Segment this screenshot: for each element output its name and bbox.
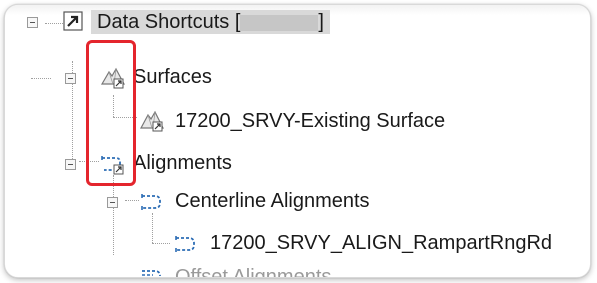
shortcut-arrow-icon — [63, 11, 83, 31]
redacted-project-name — [240, 14, 319, 31]
tree-node-offset-alignments[interactable]: Offset Alignments — [5, 263, 590, 278]
rampart-alignment-label: 17200_SRVY_ALIGN_RampartRngRd — [210, 232, 553, 254]
surface-icon — [139, 109, 165, 132]
tree-node-centerline-alignments[interactable]: Centerline Alignments — [5, 185, 590, 219]
centerline-alignment-icon — [139, 190, 165, 212]
offset-alignments-label: Offset Alignments — [175, 266, 332, 278]
alignment-icon — [173, 232, 199, 254]
existing-surface-label: 17200_SRVY-Existing Surface — [175, 110, 446, 132]
alignments-label: Alignments — [133, 152, 232, 174]
tree-node-rampart-alignment[interactable]: 17200_SRVY_ALIGN_RampartRngRd — [5, 227, 590, 261]
window-frame: Data Shortcuts [] Surfaces 17200_SRVY-Ex… — [4, 4, 591, 278]
data-shortcuts-label: Data Shortcuts [] — [91, 10, 330, 34]
collapse-toggle[interactable] — [65, 159, 76, 170]
tree-node-data-shortcuts[interactable]: Data Shortcuts [] — [5, 5, 590, 39]
offset-alignment-icon — [139, 265, 165, 277]
surfaces-label: Surfaces — [133, 66, 212, 88]
collapse-toggle[interactable] — [27, 17, 38, 28]
centerline-alignments-label: Centerline Alignments — [175, 190, 370, 212]
prospector-tree: Data Shortcuts [] Surfaces 17200_SRVY-Ex… — [5, 5, 590, 277]
collapse-toggle[interactable] — [107, 197, 118, 208]
collapse-toggle[interactable] — [65, 73, 76, 84]
highlight-box — [86, 40, 136, 186]
